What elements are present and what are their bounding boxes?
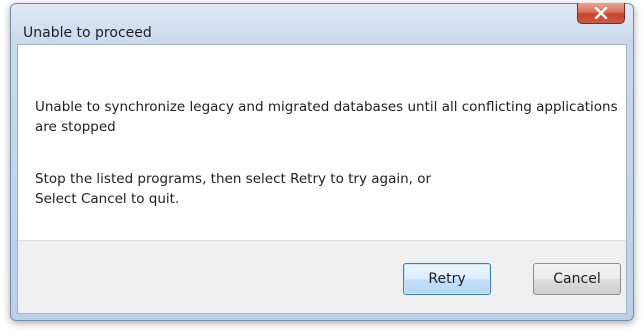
message-instruction-line-2: Select Cancel to quit.: [35, 191, 180, 207]
dialog-title: Unable to proceed: [23, 25, 152, 41]
cancel-button[interactable]: Cancel: [533, 263, 621, 295]
button-bar: Retry Cancel: [18, 240, 626, 313]
close-icon: [594, 7, 608, 19]
message-text-primary: Unable to synchronize legacy and migrate…: [35, 99, 618, 135]
dialog-body: Unable to synchronize legacy and migrate…: [17, 44, 627, 314]
message-instruction-line-1: Stop the listed programs, then select Re…: [35, 171, 432, 187]
title-bar[interactable]: Unable to proceed: [11, 3, 633, 44]
retry-button[interactable]: Retry: [403, 263, 491, 295]
message-text-instructions: Stop the listed programs, then select Re…: [35, 169, 620, 209]
dialog-window: Unable to proceed Unable to synchronize …: [10, 3, 634, 321]
message-area: Unable to synchronize legacy and migrate…: [18, 45, 626, 240]
close-button[interactable]: [577, 3, 625, 24]
